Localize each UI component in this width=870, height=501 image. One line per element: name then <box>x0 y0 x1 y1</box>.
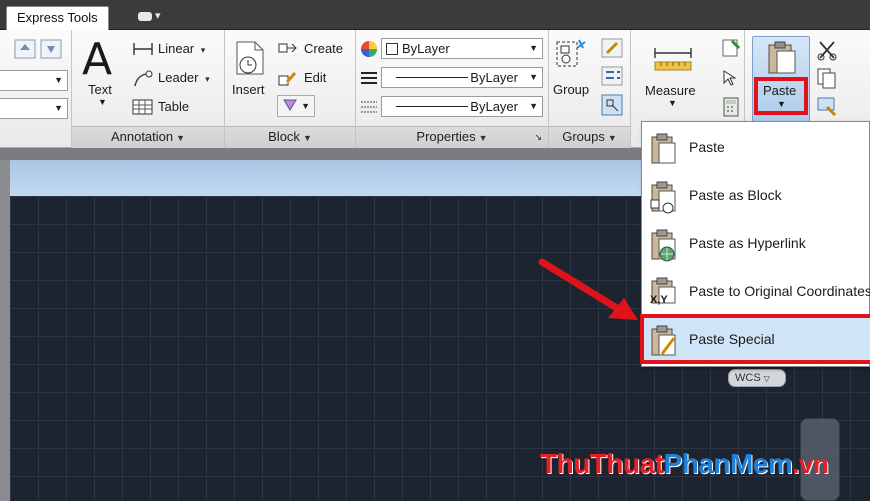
leader-icon[interactable] <box>132 70 154 88</box>
color-dropdown[interactable]: ByLayer ▼ <box>381 38 543 59</box>
layer-dropdown-1[interactable]: ▼ <box>0 70 68 91</box>
ribbon-tab-strip: Express Tools ▾ <box>0 0 870 30</box>
panel-block: Insert Create Edit ▼ Block ▼ <box>225 30 356 148</box>
paste-special-highlight-frame <box>640 314 870 364</box>
linetype-icon[interactable] <box>360 70 378 86</box>
group-selection-icon[interactable] <box>601 94 623 116</box>
paste-as-hyperlink-icon <box>651 229 676 262</box>
lineweight-dropdown[interactable]: ByLayer ▼ <box>381 96 543 117</box>
linear-dimension-icon[interactable] <box>132 41 154 57</box>
create-block-icon[interactable] <box>277 41 299 57</box>
edit-label[interactable]: Edit <box>304 70 326 85</box>
cut-icon[interactable] <box>815 38 839 62</box>
ungroup-icon[interactable] <box>601 38 623 58</box>
linear-label[interactable]: Linear ▾ <box>158 41 205 56</box>
leader-label[interactable]: Leader ▾ <box>158 70 210 85</box>
annotation-arrow-icon <box>538 258 638 320</box>
tab-express-tools[interactable]: Express Tools <box>6 6 109 30</box>
calculator-icon[interactable] <box>721 96 741 118</box>
layer-dropdown-2[interactable]: ▼ <box>0 98 68 119</box>
xy-label: X,Y <box>650 294 668 306</box>
paste-as-block-icon <box>650 181 676 214</box>
attribute-icon <box>283 99 297 111</box>
block-panel-title[interactable]: Block ▼ <box>225 126 355 148</box>
linetype-dropdown[interactable]: ByLayer ▼ <box>381 67 543 88</box>
annotation-panel-title[interactable]: Annotation ▼ <box>72 126 224 148</box>
menu-item-paste-as-hyperlink[interactable]: Paste as Hyperlink <box>642 220 870 268</box>
groups-panel-title[interactable]: Groups ▼ <box>549 126 630 148</box>
wcs-menu[interactable]: WCS ▽ <box>728 369 786 387</box>
table-icon[interactable] <box>132 99 154 116</box>
paste-highlight-frame <box>754 77 808 115</box>
insert-label[interactable]: Insert <box>232 82 265 97</box>
measure-label[interactable]: Measure <box>645 83 696 98</box>
panel-annotation: A Text ▼ Linear ▾ Leader ▾ Table Annotat… <box>72 30 225 148</box>
match-properties-icon[interactable] <box>815 95 839 119</box>
menu-item-label: Paste <box>689 139 725 155</box>
camera-dropdown-icon[interactable]: ▾ <box>138 9 168 23</box>
panel-properties: ByLayer ▼ ByLayer ▼ ByLayer ▼ Properties ▼ ↘ <box>356 30 549 148</box>
measure-dropdown-icon[interactable]: ▼ <box>668 98 677 108</box>
text-label[interactable]: Text <box>88 82 112 97</box>
text-dropdown-icon[interactable]: ▼ <box>98 97 107 107</box>
layer-tools-icon[interactable] <box>14 38 64 60</box>
group-edit-icon[interactable] <box>601 66 623 86</box>
select-similar-icon[interactable] <box>721 68 741 88</box>
quick-select-icon[interactable] <box>721 38 741 58</box>
properties-launcher-icon[interactable]: ↘ <box>534 127 542 147</box>
properties-panel-title[interactable]: Properties ▼ ↘ <box>356 126 548 148</box>
watermark: ThuThuatPhanMem.vn <box>540 448 829 479</box>
text-icon[interactable]: A <box>82 34 112 85</box>
lineweight-icon[interactable] <box>360 99 378 115</box>
edit-block-icon[interactable] <box>277 70 299 88</box>
color-wheel-icon[interactable] <box>360 40 378 58</box>
menu-item-paste-as-block[interactable]: Paste as Block <box>642 172 870 220</box>
block-attribute-dropdown[interactable]: ▼ <box>277 95 315 117</box>
panel-groups: Group Groups ▼ <box>549 30 631 148</box>
left-frame <box>0 160 10 501</box>
paste-icon <box>651 133 676 164</box>
insert-block-icon[interactable] <box>231 38 267 78</box>
group-label[interactable]: Group <box>553 82 589 97</box>
panel-layers-partial: ▼ ▼ <box>0 30 72 148</box>
menu-item-label: Paste to Original Coordinates <box>689 283 870 299</box>
copy-icon[interactable] <box>815 66 839 90</box>
clipboard-icon <box>768 41 796 74</box>
table-label[interactable]: Table <box>158 99 189 114</box>
menu-item-paste-to-original-coordinates[interactable]: X,Y Paste to Original Coordinates <box>642 268 870 316</box>
menu-item-label: Paste as Hyperlink <box>689 235 806 251</box>
measure-icon[interactable] <box>653 44 693 72</box>
group-icon[interactable] <box>555 38 587 74</box>
menu-item-paste[interactable]: Paste <box>642 124 870 172</box>
create-label[interactable]: Create <box>304 41 343 56</box>
menu-item-label: Paste as Block <box>689 187 782 203</box>
